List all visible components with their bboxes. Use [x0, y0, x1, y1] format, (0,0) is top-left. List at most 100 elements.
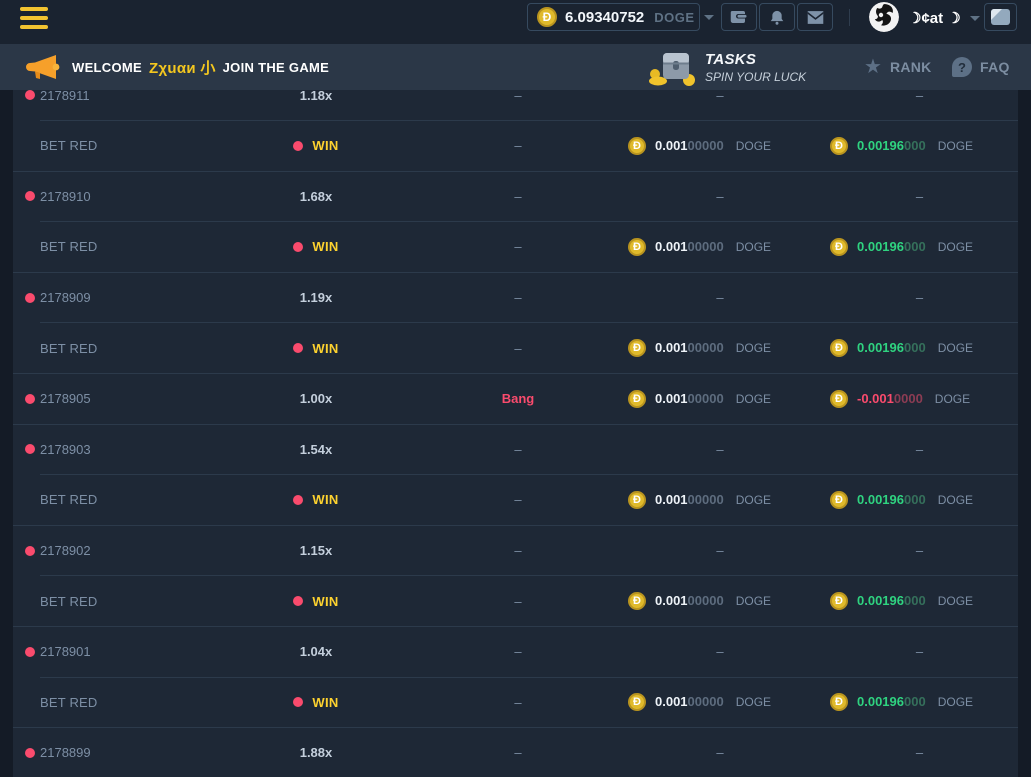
bet-row: BET REDWIN–Đ0.00100000DOGEĐ0.00196000DOG…: [13, 323, 1018, 373]
result-cell: Bang: [417, 391, 619, 406]
rank-link[interactable]: ★ RANK: [864, 44, 932, 90]
empty-cell: –: [417, 189, 619, 204]
doge-coin-icon: Đ: [628, 491, 646, 509]
game-id-cell: 2178902: [13, 543, 215, 558]
dash-placeholder: –: [514, 644, 521, 659]
bet-amount: Đ0.00100000DOGE: [619, 137, 821, 155]
game-id-link[interactable]: 2178903: [40, 442, 91, 457]
doge-coin-icon: Đ: [830, 238, 848, 256]
dash-placeholder: –: [916, 543, 923, 558]
amount-text: 0.00196000DOGE: [857, 592, 973, 610]
empty-cell: –: [821, 442, 1018, 457]
amount-trailing-zeros: 00000: [688, 340, 724, 355]
game-id-link[interactable]: 2178911: [40, 90, 90, 103]
multiplier-cell: 1.04x: [215, 644, 417, 659]
empty-cell: –: [619, 189, 821, 204]
bell-icon: [769, 9, 785, 26]
balance-selector[interactable]: Đ 6.09340752 DOGE: [527, 3, 700, 31]
doge-coin-icon: Đ: [830, 137, 848, 155]
bet-type-label: BET RED: [40, 239, 98, 254]
crash-multiplier: 1.19x: [300, 290, 333, 305]
tasks-link[interactable]: TASKS SPIN YOUR LUCK: [647, 47, 806, 87]
bet-row: BET REDWIN–Đ0.00100000DOGEĐ0.00196000DOG…: [13, 475, 1018, 525]
game-id-link[interactable]: 2178901: [40, 644, 91, 659]
faq-link[interactable]: ? FAQ: [952, 44, 1010, 90]
notifications-button[interactable]: [759, 3, 795, 31]
amount-currency: DOGE: [736, 240, 771, 254]
profit-amount: Đ0.00196000DOGE: [821, 238, 1018, 256]
game-id-link[interactable]: 2178899: [40, 745, 91, 760]
announcement-bar: WELCOME Zχuαи 小 JOIN THE GAME TASKS SPIN…: [0, 44, 1031, 90]
dash-placeholder: –: [716, 442, 723, 457]
empty-cell: –: [619, 290, 821, 305]
amount-value: 0.001: [655, 593, 688, 608]
amount-value: 0.001: [655, 138, 688, 153]
amount-text: 0.00196000DOGE: [857, 491, 973, 509]
balance-amount: 6.09340752: [565, 9, 644, 26]
wallet-icon: [730, 9, 748, 25]
red-dot-icon: [293, 141, 303, 151]
bet-type-label: BET RED: [40, 138, 98, 153]
top-bar: Đ 6.09340752 DOGE ☽¢at ☽: [0, 0, 1031, 44]
dash-placeholder: –: [514, 341, 521, 356]
bet-row: BET REDWIN–Đ0.00100000DOGEĐ0.00196000DOG…: [13, 678, 1018, 728]
game-id-cell: 2178905: [13, 391, 215, 406]
game-id-link[interactable]: 2178909: [40, 290, 91, 305]
doge-coin-icon: Đ: [628, 339, 646, 357]
amount-currency: DOGE: [938, 341, 973, 355]
question-circle-icon: ?: [952, 57, 972, 77]
red-dot-icon: [293, 343, 303, 353]
game-row: 21789051.00xBangĐ0.00100000DOGEĐ-0.00100…: [13, 374, 1018, 424]
profit-amount: Đ0.00196000DOGE: [821, 693, 1018, 711]
amount-text: 0.00100000DOGE: [655, 390, 771, 408]
menu-hamburger-icon[interactable]: [20, 7, 48, 34]
red-dot-icon: [25, 647, 35, 657]
multiplier-cell: 1.88x: [215, 745, 417, 760]
amount-value: 0.00196: [857, 138, 904, 153]
win-label: WIN: [312, 492, 338, 507]
welcome-suffix: JOIN THE GAME: [223, 60, 329, 75]
game-id-link[interactable]: 2178902: [40, 543, 91, 558]
topbar-separator: [849, 9, 850, 26]
user-avatar[interactable]: [869, 2, 899, 32]
amount-value: 0.00196: [857, 492, 904, 507]
bang-label: Bang: [502, 391, 535, 406]
dash-placeholder: –: [716, 90, 723, 103]
empty-cell: –: [619, 90, 821, 103]
win-label: WIN: [312, 239, 338, 254]
dash-placeholder: –: [514, 90, 521, 103]
dash-placeholder: –: [514, 543, 521, 558]
game-row: 21788991.88x–––: [13, 728, 1018, 777]
bet-amount: Đ 0.00100000DOGE: [619, 592, 821, 610]
messages-button[interactable]: [797, 3, 833, 31]
empty-cell: –: [417, 594, 619, 609]
bet-result-cell: WIN: [215, 594, 417, 609]
user-menu[interactable]: ☽¢at ☽: [908, 0, 980, 36]
doge-coin-icon: Đ: [628, 592, 646, 610]
bet-row: BET REDWIN–Đ0.00100000DOGEĐ0.00196000DOG…: [13, 222, 1018, 272]
bet-amount: Đ0.00100000DOGE: [619, 693, 821, 711]
amount-currency: DOGE: [935, 392, 970, 406]
amount-currency: DOGE: [938, 240, 973, 254]
dash-placeholder: –: [916, 745, 923, 760]
dash-placeholder: –: [916, 290, 923, 305]
wallet-button[interactable]: [721, 3, 757, 31]
chat-toggle-button[interactable]: [984, 3, 1017, 31]
game-id-link[interactable]: 2178910: [40, 189, 91, 204]
red-dot-icon: [293, 596, 303, 606]
game-row: 21789021.15x–––: [13, 526, 1018, 576]
amount-trailing-zeros: 000: [904, 239, 926, 254]
amount-text: 0.00100000DOGE: [655, 592, 771, 610]
game-id-link[interactable]: 2178905: [40, 391, 91, 406]
red-dot-icon: [25, 546, 35, 556]
game-id-cell: 2178901: [13, 644, 215, 659]
bet-type-cell: BET RED: [13, 695, 215, 710]
dash-placeholder: –: [916, 189, 923, 204]
empty-cell: –: [821, 543, 1018, 558]
empty-cell: –: [417, 138, 619, 153]
red-dot-icon: [25, 748, 35, 758]
bet-amount: Đ0.00100000DOGE: [619, 238, 821, 256]
red-dot-icon: [293, 495, 303, 505]
game-row: 21789101.68x–––: [13, 172, 1018, 222]
doge-coin-icon: Đ: [830, 693, 848, 711]
